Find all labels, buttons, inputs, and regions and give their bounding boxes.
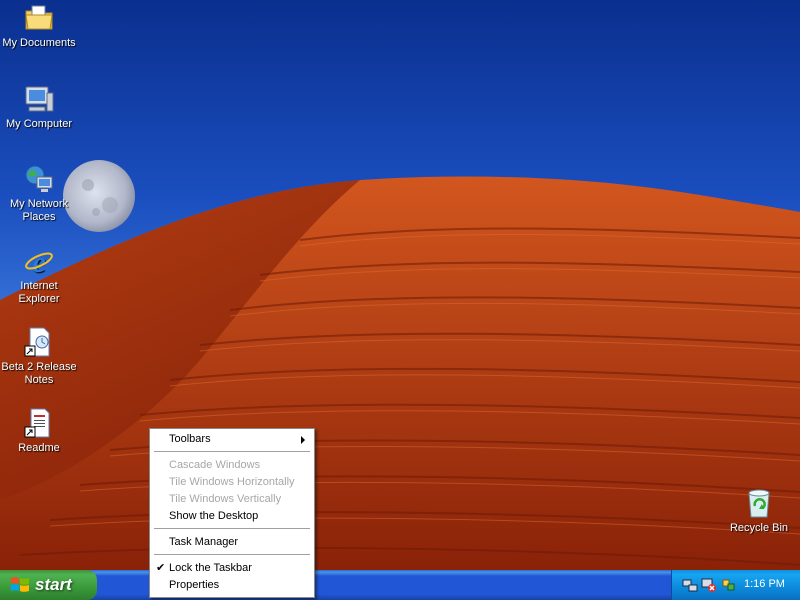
menu-item-label: Tile Windows Vertically — [169, 493, 282, 505]
menu-item-label: Show the Desktop — [169, 510, 259, 522]
recycle-bin-icon — [743, 487, 775, 519]
start-label: start — [35, 575, 72, 594]
network-icon — [23, 163, 55, 195]
desktop-icon-beta2-release-notes[interactable]: Beta 2 Release Notes — [0, 326, 78, 387]
checkmark-icon: ✔ — [156, 562, 166, 574]
network-tray-icon[interactable] — [682, 577, 698, 593]
taskbar[interactable]: start 1:16 PM — [0, 570, 800, 600]
menu-item-properties[interactable]: Properties — [153, 577, 311, 594]
desktop-icon-my-documents[interactable]: My Documents — [0, 2, 78, 50]
folder-documents-icon — [23, 2, 55, 34]
menu-separator — [154, 451, 310, 453]
desktop-icon-label: Internet Explorer — [18, 280, 60, 305]
readme-shortcut-icon — [23, 407, 55, 439]
desktop-icon-label: Readme — [18, 442, 60, 454]
menu-item-label: Properties — [169, 579, 220, 591]
desktop-icon-my-network-places[interactable]: My Network Places — [0, 163, 78, 224]
release-notes-shortcut-icon — [23, 326, 55, 358]
desktop[interactable]: My Documents My Computer My Network Plac… — [0, 0, 800, 570]
menu-item-task-manager[interactable]: Task Manager — [153, 534, 311, 551]
wallpaper-dunes — [0, 160, 800, 570]
update-tray-icon[interactable] — [720, 577, 736, 593]
menu-item-label: Cascade Windows — [169, 459, 261, 471]
menu-item-label: Tile Windows Horizontally — [169, 476, 295, 488]
computer-icon — [23, 83, 55, 115]
submenu-arrow-icon — [301, 436, 305, 444]
desktop-icon-label: My Computer — [5, 118, 73, 130]
desktop-icon-label: My Documents — [2, 37, 76, 49]
network-error-tray-icon[interactable] — [701, 577, 717, 593]
menu-item-tile-vertically: Tile Windows Vertically — [153, 491, 311, 508]
menu-item-label: Toolbars — [169, 433, 211, 445]
menu-item-cascade-windows: Cascade Windows — [153, 457, 311, 474]
menu-separator — [154, 528, 310, 530]
internet-explorer-icon: e — [23, 245, 55, 279]
menu-item-toolbars[interactable]: Toolbars — [153, 431, 311, 448]
desktop-icon-label: My Network Places — [9, 198, 69, 223]
menu-item-label: Lock the Taskbar — [169, 562, 252, 574]
menu-item-label: Task Manager — [169, 536, 239, 548]
windows-logo-icon — [10, 576, 30, 599]
menu-item-show-desktop[interactable]: Show the Desktop — [153, 508, 311, 525]
desktop-icon-internet-explorer[interactable]: e Internet Explorer — [0, 245, 78, 306]
desktop-icon-label: Beta 2 Release Notes — [1, 361, 77, 386]
svg-text:e: e — [32, 246, 45, 277]
desktop-icon-readme[interactable]: Readme — [0, 407, 78, 455]
clock[interactable]: 1:16 PM — [744, 578, 785, 590]
menu-item-tile-horizontally: Tile Windows Horizontally — [153, 474, 311, 491]
menu-separator — [154, 554, 310, 556]
menu-item-lock-taskbar[interactable]: ✔ Lock the Taskbar — [153, 560, 311, 577]
desktop-icon-label: Recycle Bin — [729, 522, 789, 534]
system-tray: 1:16 PM — [671, 570, 800, 600]
desktop-icon-recycle-bin[interactable]: Recycle Bin — [720, 487, 798, 535]
desktop-icon-my-computer[interactable]: My Computer — [0, 83, 78, 131]
start-button[interactable]: start — [0, 570, 97, 600]
taskbar-context-menu: Toolbars Cascade Windows Tile Windows Ho… — [149, 428, 315, 598]
